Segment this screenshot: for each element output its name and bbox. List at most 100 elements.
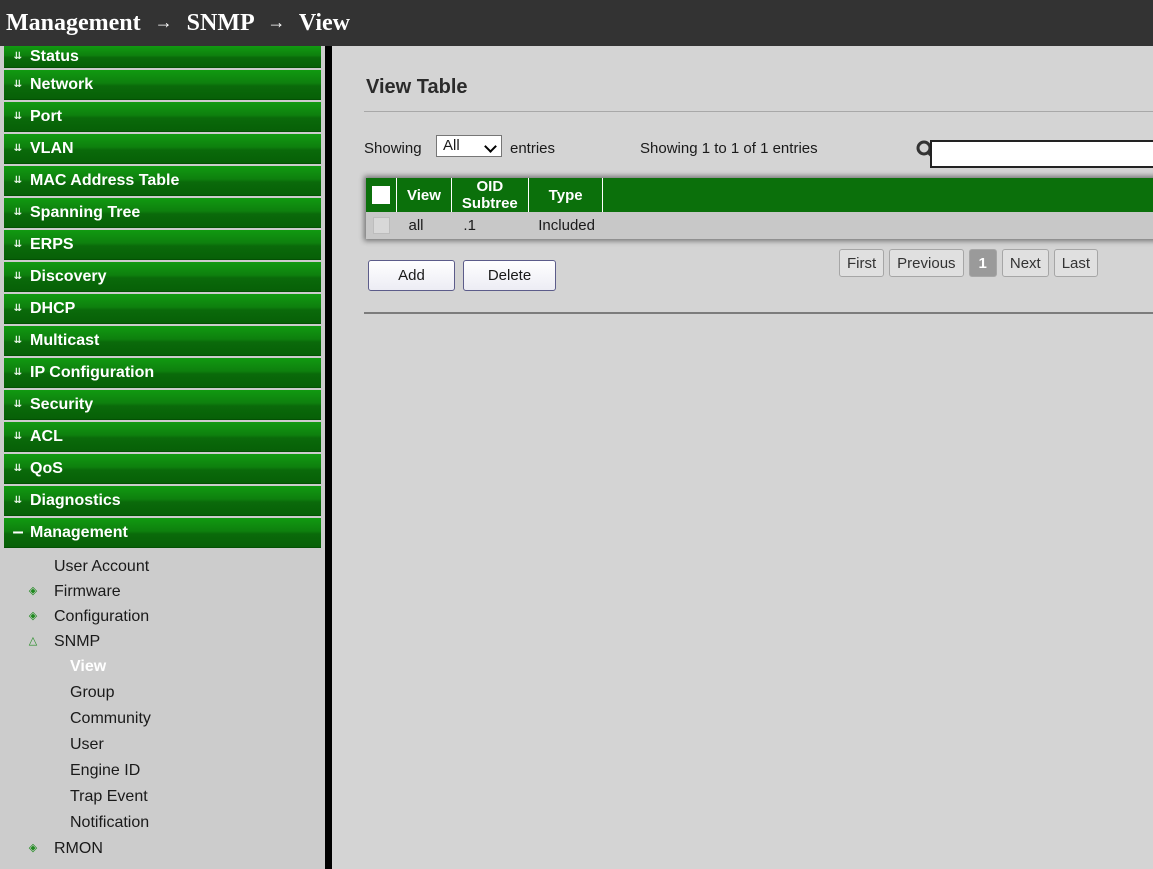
sidebar-item-erps[interactable]: ⇊ ERPS <box>4 230 321 260</box>
submenu-item-view[interactable]: View <box>0 654 325 680</box>
column-header-view[interactable]: View <box>396 178 452 212</box>
sidebar-item-vlan[interactable]: ⇊ VLAN <box>4 134 321 164</box>
breadcrumb-view: View <box>298 10 350 36</box>
page-title-bar: Management → SNMP → View <box>0 0 1153 46</box>
submenu-item-notification[interactable]: Notification <box>0 810 325 836</box>
sidebar-item-security[interactable]: ⇊ Security <box>4 390 321 420</box>
chevron-down-double-icon: ⇊ <box>13 143 23 154</box>
sidebar: ⇊ Status ⇊ Network ⇊ Port ⇊ VLAN ⇊ MAC A… <box>0 46 332 869</box>
submenu-item-label: Configuration <box>54 608 150 625</box>
row-checkbox[interactable] <box>372 217 390 234</box>
chevron-down-double-icon: ⇊ <box>13 303 23 314</box>
sidebar-item-label: Security <box>30 395 94 413</box>
breadcrumb-separator-icon: → <box>267 12 286 32</box>
cell-spacer <box>603 212 1153 239</box>
chevron-down-double-icon: ⇊ <box>13 367 23 378</box>
delete-button[interactable]: Delete <box>463 260 556 291</box>
expand-bullet-icon: ◈ <box>28 585 38 597</box>
expand-bullet-icon: ◈ <box>28 610 38 622</box>
sidebar-item-label: VLAN <box>30 139 74 157</box>
submenu-item-configuration[interactable]: ◈ Configuration <box>0 604 325 629</box>
row-select-cell <box>366 212 397 239</box>
chevron-down-double-icon: ⇊ <box>13 495 23 506</box>
sidebar-item-status[interactable]: ⇊ Status <box>4 46 321 68</box>
submenu-item-label: Firmware <box>54 583 121 600</box>
add-button[interactable]: Add <box>368 260 455 291</box>
sidebar-item-label: Port <box>30 107 62 125</box>
management-submenu: User Account ◈ Firmware ◈ Configuration … <box>0 550 325 861</box>
table-header-row: View OID Subtree Type <box>366 178 1153 212</box>
sidebar-item-label: Network <box>30 75 94 93</box>
sidebar-item-label: Status <box>30 47 79 65</box>
sidebar-item-label: MAC Address Table <box>30 171 180 189</box>
column-header-spacer <box>603 178 1153 212</box>
table-info: Showing 1 to 1 of 1 entries <box>640 140 818 157</box>
entries-label: entries <box>510 140 556 157</box>
sidebar-item-diagnostics[interactable]: ⇊ Diagnostics <box>4 486 321 516</box>
breadcrumb-snmp: SNMP <box>186 10 254 36</box>
breadcrumb-separator-icon: → <box>154 12 173 32</box>
page-size-select[interactable]: All <box>436 135 502 157</box>
sidebar-item-management[interactable]: – Management <box>4 518 321 548</box>
sidebar-item-multicast[interactable]: ⇊ Multicast <box>4 326 321 356</box>
sidebar-item-label: Multicast <box>30 331 100 349</box>
sidebar-item-port[interactable]: ⇊ Port <box>4 102 321 132</box>
sidebar-item-dhcp[interactable]: ⇊ DHCP <box>4 294 321 324</box>
select-all-cell <box>366 178 397 212</box>
sidebar-item-label: DHCP <box>30 299 76 317</box>
submenu-item-community[interactable]: Community <box>0 706 325 732</box>
select-all-checkbox[interactable] <box>372 186 390 204</box>
submenu-item-label: User Account <box>54 558 150 575</box>
submenu-item-engine-id[interactable]: Engine ID <box>0 758 325 784</box>
sidebar-item-acl[interactable]: ⇊ ACL <box>4 422 321 452</box>
cell-view: all <box>408 217 424 234</box>
submenu-item-trap-event[interactable]: Trap Event <box>0 784 325 810</box>
submenu-item-firmware[interactable]: ◈ Firmware <box>0 579 325 604</box>
sidebar-item-mac-address-table[interactable]: ⇊ MAC Address Table <box>4 166 321 196</box>
main-content: View Table Showing All entries Showing 1… <box>332 46 1153 869</box>
chevron-down-double-icon: ⇊ <box>13 239 23 250</box>
pager-last-button[interactable]: Last <box>1053 249 1099 277</box>
submenu-item-label: SNMP <box>54 633 101 650</box>
chevron-down-double-icon: ⇊ <box>13 271 23 282</box>
breadcrumb-management: Management <box>6 10 141 36</box>
chevron-down-double-icon: ⇊ <box>13 399 23 410</box>
submenu-item-user-account[interactable]: User Account <box>0 554 325 579</box>
search-input[interactable] <box>930 140 1153 168</box>
sidebar-item-discovery[interactable]: ⇊ Discovery <box>4 262 321 292</box>
sidebar-item-spanning-tree[interactable]: ⇊ Spanning Tree <box>4 198 321 228</box>
column-header-oid-subtree[interactable]: OID Subtree <box>451 178 529 212</box>
expand-bullet-icon: ◈ <box>28 842 38 854</box>
pager-first-button[interactable]: First <box>839 249 885 277</box>
cell-oid-subtree: .1 <box>463 217 476 234</box>
chevron-down-double-icon: ⇊ <box>13 175 23 186</box>
pager-previous-button[interactable]: Previous <box>889 249 964 277</box>
pager-current-page[interactable]: 1 <box>968 249 997 277</box>
sidebar-item-label: IP Configuration <box>30 363 155 381</box>
page-size-value: All <box>443 137 460 154</box>
chevron-down-double-icon: ⇊ <box>13 111 23 122</box>
sidebar-item-label: ACL <box>30 427 63 445</box>
sidebar-item-label: Management <box>30 523 128 541</box>
submenu-item-snmp[interactable]: △ SNMP <box>0 629 325 654</box>
heading-divider <box>364 111 1153 112</box>
chevron-down-double-icon: ⇊ <box>13 335 23 346</box>
sidebar-item-label: Diagnostics <box>30 491 121 509</box>
pager-next-button[interactable]: Next <box>1001 249 1049 277</box>
page-heading: View Table <box>366 76 468 98</box>
table-row[interactable]: all .1 Included <box>366 212 1153 239</box>
column-header-type[interactable]: Type <box>528 178 604 212</box>
sidebar-item-ip-configuration[interactable]: ⇊ IP Configuration <box>4 358 321 388</box>
chevron-down-double-icon: ⇊ <box>13 463 23 474</box>
submenu-item-group[interactable]: Group <box>0 680 325 706</box>
chevron-down-double-icon: ⇊ <box>13 79 23 90</box>
sidebar-item-label: Discovery <box>30 267 107 285</box>
submenu-item-rmon[interactable]: ◈ RMON <box>0 836 325 861</box>
chevron-down-double-icon: ⇊ <box>13 207 23 218</box>
sidebar-item-qos[interactable]: ⇊ QoS <box>4 454 321 484</box>
sidebar-item-network[interactable]: ⇊ Network <box>4 70 321 100</box>
sidebar-item-label: QoS <box>30 459 63 477</box>
chevron-down-icon <box>484 140 497 153</box>
chevron-down-double-icon: ⇊ <box>13 431 23 442</box>
submenu-item-user[interactable]: User <box>0 732 325 758</box>
